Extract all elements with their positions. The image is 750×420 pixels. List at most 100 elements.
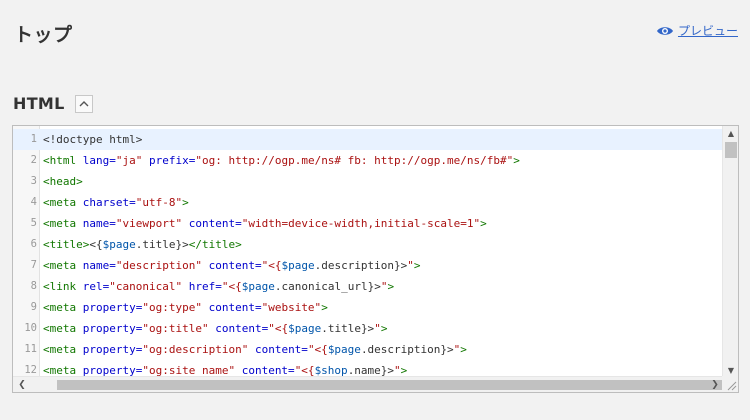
line-number: 2 [30, 154, 37, 166]
code-token: <meta [43, 259, 83, 272]
preview-link[interactable]: プレビュー [656, 22, 738, 39]
code-text: <meta name="viewport" content="width=dev… [40, 213, 487, 234]
resize-handle[interactable] [722, 376, 738, 392]
code-text: <title><{$page.title}></title> [40, 234, 242, 255]
code-line[interactable]: 11 <meta property="og:description" conten… [13, 339, 722, 360]
code-token: <meta [43, 217, 83, 230]
code-token: " [374, 322, 381, 335]
code-editor[interactable]: 1 <!doctype html> 2 <html lang="ja" prefix=… [12, 125, 739, 393]
code-token: > [413, 259, 421, 272]
horizontal-scroll-thumb[interactable] [57, 380, 729, 390]
code-token: prefix= [142, 154, 196, 167]
code-text: <meta property="og:title" content="<{$pa… [40, 318, 387, 339]
code-line[interactable]: 8 <link rel="canonical" href="<{$page.can… [13, 276, 722, 297]
code-token: "<{ [268, 322, 289, 335]
code-line[interactable]: 10 <meta property="og:title" content="<{$… [13, 318, 722, 339]
code-token: .title}> [135, 238, 189, 251]
code-token: property= [82, 301, 143, 314]
scroll-up-arrow-icon[interactable]: ▲ [723, 126, 738, 140]
code-token: $page [288, 322, 322, 335]
code-token: content= [201, 301, 262, 314]
code-token: > [387, 280, 395, 293]
code-token: "canonical" [109, 280, 183, 293]
scroll-left-arrow-icon[interactable]: ❮ [15, 377, 29, 392]
scroll-down-arrow-icon[interactable]: ▼ [723, 363, 738, 377]
line-number: 10 [24, 322, 37, 334]
code-token: content= [248, 343, 308, 356]
page-title: トップ [14, 24, 73, 46]
code-token: <meta [43, 343, 83, 356]
line-number: 1 [30, 133, 37, 145]
code-text: <link rel="canonical" href="<{$page.cano… [40, 276, 394, 297]
code-token: $page [327, 343, 361, 356]
horizontal-scrollbar[interactable]: ❮ ❯ [13, 376, 729, 392]
line-number: 6 [30, 238, 37, 250]
code-line[interactable]: 1 <!doctype html> [13, 129, 722, 150]
resize-grip-icon [727, 381, 737, 391]
code-token: content= [182, 217, 242, 230]
code-token: name= [82, 217, 116, 230]
code-token: "<{ [261, 259, 282, 272]
code-token: <{ [89, 238, 103, 251]
eye-icon [656, 26, 673, 35]
code-token: "og:title" [142, 322, 209, 335]
code-token: "utf-8" [135, 196, 183, 209]
code-line[interactable]: 4 <meta charset="utf-8"> [13, 192, 722, 213]
line-number: 8 [30, 280, 37, 292]
code-token: "<{ [307, 343, 328, 356]
code-token: "ja" [115, 154, 143, 167]
code-token: charset= [82, 196, 136, 209]
chevron-up-icon [79, 100, 89, 106]
code-token: "og:type" [142, 301, 202, 314]
code-token: $page [241, 280, 275, 293]
line-number: 7 [30, 259, 37, 271]
code-token: <meta [43, 196, 83, 209]
code-token: "width=device-width,initial-scale=1" [241, 217, 481, 230]
code-token: <!doctype html> [43, 133, 143, 146]
code-token: "og: http://ogp.me/ns# fb: http://ogp.me… [195, 154, 514, 167]
code-lines[interactable]: 1 <!doctype html> 2 <html lang="ja" prefix=… [13, 129, 722, 392]
code-line[interactable]: 3 <head> [13, 171, 722, 192]
code-text: <meta property="og:type" content="websit… [40, 297, 328, 318]
code-token: > [380, 322, 388, 335]
code-token: content= [208, 322, 269, 335]
code-token: <link [43, 280, 83, 293]
code-token: <meta [43, 301, 83, 314]
code-token: .description}> [360, 343, 454, 356]
scroll-right-arrow-icon[interactable]: ❯ [708, 377, 722, 392]
code-token: lang= [82, 154, 116, 167]
code-token: property= [82, 343, 143, 356]
code-line[interactable]: 5 <meta name="viewport" content="width=de… [13, 213, 722, 234]
code-token: href= [182, 280, 222, 293]
code-token: rel= [82, 280, 110, 293]
line-number: 4 [30, 196, 37, 208]
code-text: <!doctype html> [40, 129, 142, 150]
code-token: "og:description" [142, 343, 249, 356]
code-text: <html lang="ja" prefix="og: http://ogp.m… [40, 150, 520, 171]
code-line[interactable]: 2 <html lang="ja" prefix="og: http://ogp.… [13, 150, 722, 171]
code-line[interactable]: 7 <meta name="description" content="<{$pa… [13, 255, 722, 276]
line-number: 11 [24, 343, 37, 355]
code-token: .title}> [321, 322, 375, 335]
collapse-button[interactable] [74, 94, 93, 113]
line-number: 9 [30, 301, 37, 313]
code-text: <meta charset="utf-8"> [40, 192, 189, 213]
code-line[interactable]: 6 <title><{$page.title}></title> [13, 234, 722, 255]
code-token: name= [82, 259, 116, 272]
vertical-scrollbar[interactable]: ▲ ▼ [722, 126, 738, 377]
code-token: .canonical_url}> [274, 280, 381, 293]
preview-label: プレビュー [677, 24, 738, 38]
line-number: 5 [30, 217, 37, 229]
code-token: > [460, 343, 467, 356]
code-token: </title> [188, 238, 242, 251]
code-token: > [182, 196, 189, 209]
vertical-scroll-thumb[interactable] [725, 142, 737, 158]
code-token: <html [43, 154, 83, 167]
code-token: $page [102, 238, 136, 251]
code-line[interactable]: 9 <meta property="og:type" content="websi… [13, 297, 722, 318]
code-token: "description" [115, 259, 202, 272]
code-text: <meta property="og:description" content=… [40, 339, 467, 360]
code-text: <head> [40, 171, 83, 192]
code-token: property= [82, 322, 143, 335]
code-token: > [513, 154, 520, 167]
